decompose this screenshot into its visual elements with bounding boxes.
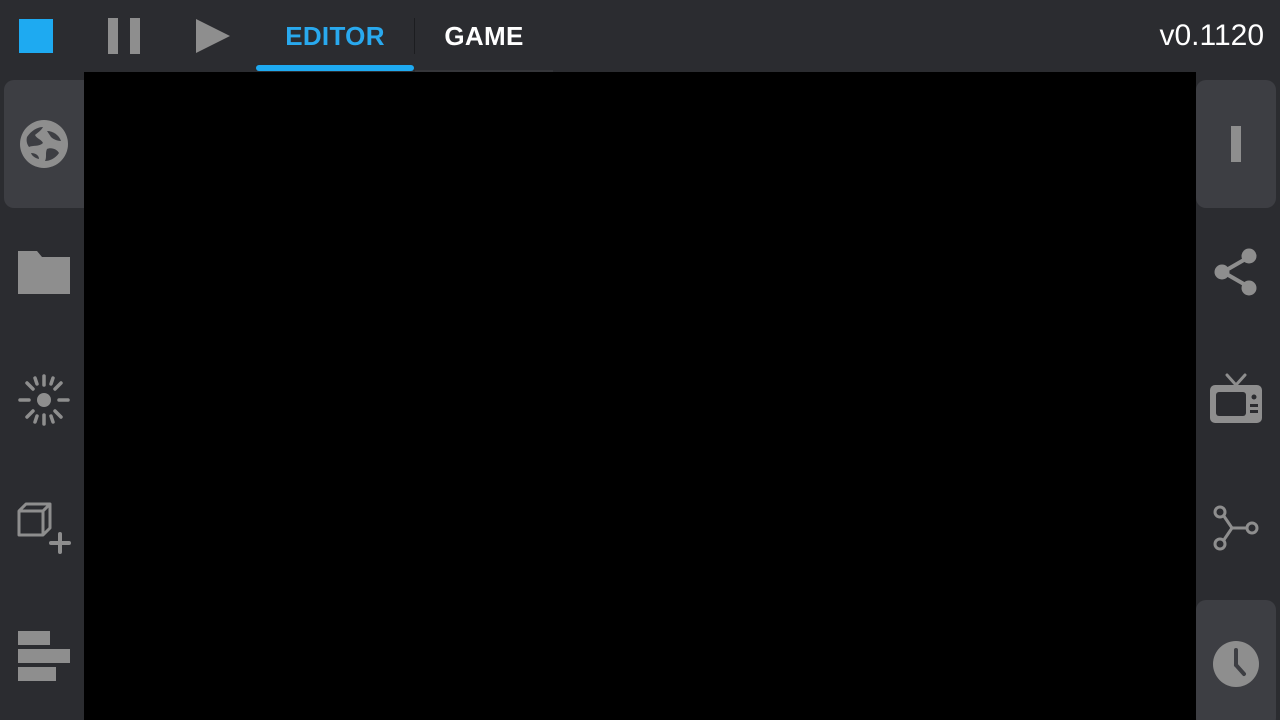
align-button[interactable] xyxy=(4,592,84,720)
add-cube-icon xyxy=(17,502,71,554)
display-button[interactable] xyxy=(1196,336,1276,464)
scene-viewport[interactable] xyxy=(84,72,1196,720)
tab-game[interactable]: GAME xyxy=(415,0,553,72)
align-bars-icon xyxy=(18,631,70,681)
light-button[interactable] xyxy=(4,336,84,464)
share-button[interactable] xyxy=(1196,208,1276,336)
version-label: v0.1120 xyxy=(1159,19,1264,52)
share-icon xyxy=(1214,248,1257,296)
active-tab-indicator xyxy=(256,65,414,71)
tab-editor-label: EDITOR xyxy=(285,20,385,51)
play-button[interactable] xyxy=(184,8,240,64)
top-toolbar: EDITOR GAME v0.1120 xyxy=(0,0,1280,72)
tab-game-label: GAME xyxy=(444,20,524,51)
globe-icon xyxy=(20,120,68,168)
history-button[interactable] xyxy=(1196,600,1276,720)
node-graph-button[interactable] xyxy=(1196,464,1276,592)
properties-button[interactable] xyxy=(1196,80,1276,208)
tv-icon xyxy=(1210,373,1262,423)
cursor-bar-icon xyxy=(1231,126,1241,162)
pause-icon xyxy=(102,18,146,54)
pause-button[interactable] xyxy=(96,8,152,64)
add-object-button[interactable] xyxy=(4,464,84,592)
play-icon xyxy=(196,19,230,53)
clock-icon xyxy=(1213,641,1259,687)
left-sidebar xyxy=(0,72,84,720)
folder-button[interactable] xyxy=(4,208,84,336)
stop-button[interactable] xyxy=(8,8,64,64)
light-icon xyxy=(18,374,70,426)
scene-button[interactable] xyxy=(4,80,84,208)
graph-nodes-icon xyxy=(1213,505,1259,551)
app-window: EDITOR GAME v0.1120 xyxy=(0,0,1280,720)
stop-icon xyxy=(19,19,53,53)
folder-icon xyxy=(18,251,70,294)
right-sidebar xyxy=(1196,72,1280,720)
tab-editor[interactable]: EDITOR xyxy=(256,0,414,72)
